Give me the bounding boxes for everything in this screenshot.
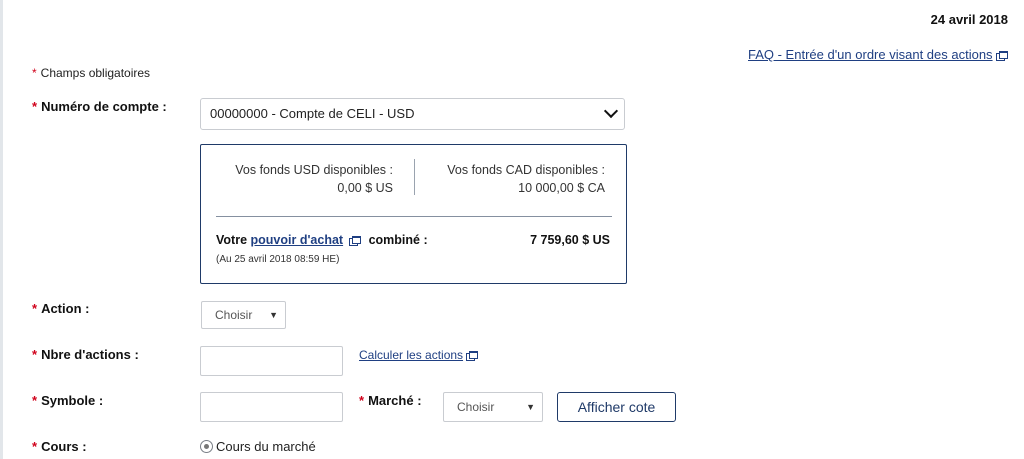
required-marker: * xyxy=(32,347,38,362)
shares-label: * Nbre d'actions : xyxy=(32,347,139,362)
symbol-input[interactable] xyxy=(200,392,343,422)
usd-funds-value: 0,00 $ US xyxy=(337,181,393,195)
market-price-label[interactable]: Cours du marché xyxy=(216,439,316,454)
caret-down-icon: ▼ xyxy=(526,402,535,412)
cad-funds: Vos fonds CAD disponibles : 10 000,00 $ … xyxy=(437,161,605,197)
funds-divider-horizontal xyxy=(216,216,612,217)
buying-power-link[interactable]: pouvoir d'achat xyxy=(251,233,344,247)
buying-power-suffix: combiné : xyxy=(368,233,428,247)
show-quote-button[interactable]: Afficher cote xyxy=(557,392,676,422)
required-marker: * xyxy=(32,439,38,454)
required-note-text: Champs obligatoires xyxy=(40,66,151,80)
shares-input[interactable] xyxy=(200,346,343,376)
faq-link-text[interactable]: FAQ - Entrée d'un ordre visant des actio… xyxy=(748,47,993,62)
funds-panel: Vos fonds USD disponibles : 0,00 $ US Vo… xyxy=(200,144,627,284)
shares-label-text: Nbre d'actions : xyxy=(41,347,139,362)
left-border xyxy=(0,0,3,459)
action-label: * Action : xyxy=(32,301,89,316)
price-label: * Cours : xyxy=(32,439,87,454)
account-label: * Numéro de compte : xyxy=(32,99,167,114)
required-marker: * xyxy=(32,99,38,114)
faq-link[interactable]: FAQ - Entrée d'un ordre visant des actio… xyxy=(748,47,1008,62)
external-window-icon xyxy=(349,236,362,246)
market-price-radio[interactable] xyxy=(200,440,213,453)
action-label-text: Action : xyxy=(41,301,90,316)
market-label: * Marché : xyxy=(359,393,422,408)
buying-power-prefix: Votre xyxy=(216,233,248,247)
action-select[interactable]: Choisir ▼ xyxy=(201,301,286,329)
market-label-text: Marché : xyxy=(368,393,422,408)
external-window-icon xyxy=(995,51,1008,61)
buying-power-timestamp: (Au 25 avril 2018 08:59 HE) xyxy=(216,254,340,265)
symbol-label: * Symbole : xyxy=(32,393,103,408)
account-select-value: 00000000 - Compte de CELI - USD xyxy=(210,106,415,121)
funds-divider-vertical xyxy=(414,159,415,195)
market-select[interactable]: Choisir ▼ xyxy=(443,392,543,422)
external-window-icon xyxy=(466,351,479,361)
account-label-text: Numéro de compte : xyxy=(41,99,167,114)
current-date: 24 avril 2018 xyxy=(930,12,1008,27)
required-marker: * xyxy=(32,393,38,408)
required-marker: * xyxy=(32,66,37,80)
chevron-down-icon xyxy=(603,103,619,119)
buying-power-value: 7 759,60 $ US xyxy=(530,233,610,247)
required-marker: * xyxy=(32,301,38,316)
cad-funds-value: 10 000,00 $ CA xyxy=(518,181,605,195)
symbol-label-text: Symbole : xyxy=(41,393,104,408)
usd-funds: Vos fonds USD disponibles : 0,00 $ US xyxy=(231,161,393,197)
usd-funds-label: Vos fonds USD disponibles : xyxy=(235,163,393,177)
price-label-text: Cours : xyxy=(41,439,87,454)
cad-funds-label: Vos fonds CAD disponibles : xyxy=(447,163,605,177)
buying-power-line: Votre pouvoir d'achat combiné : xyxy=(216,233,428,247)
calculate-shares-text[interactable]: Calculer les actions xyxy=(359,348,463,362)
calculate-shares-link[interactable]: Calculer les actions xyxy=(359,348,479,362)
required-marker: * xyxy=(359,393,365,408)
action-select-value: Choisir xyxy=(215,308,253,322)
account-select[interactable]: 00000000 - Compte de CELI - USD xyxy=(200,98,625,130)
market-select-value: Choisir xyxy=(457,400,495,414)
required-fields-note: * Champs obligatoires xyxy=(32,66,150,80)
caret-down-icon: ▼ xyxy=(269,310,278,320)
